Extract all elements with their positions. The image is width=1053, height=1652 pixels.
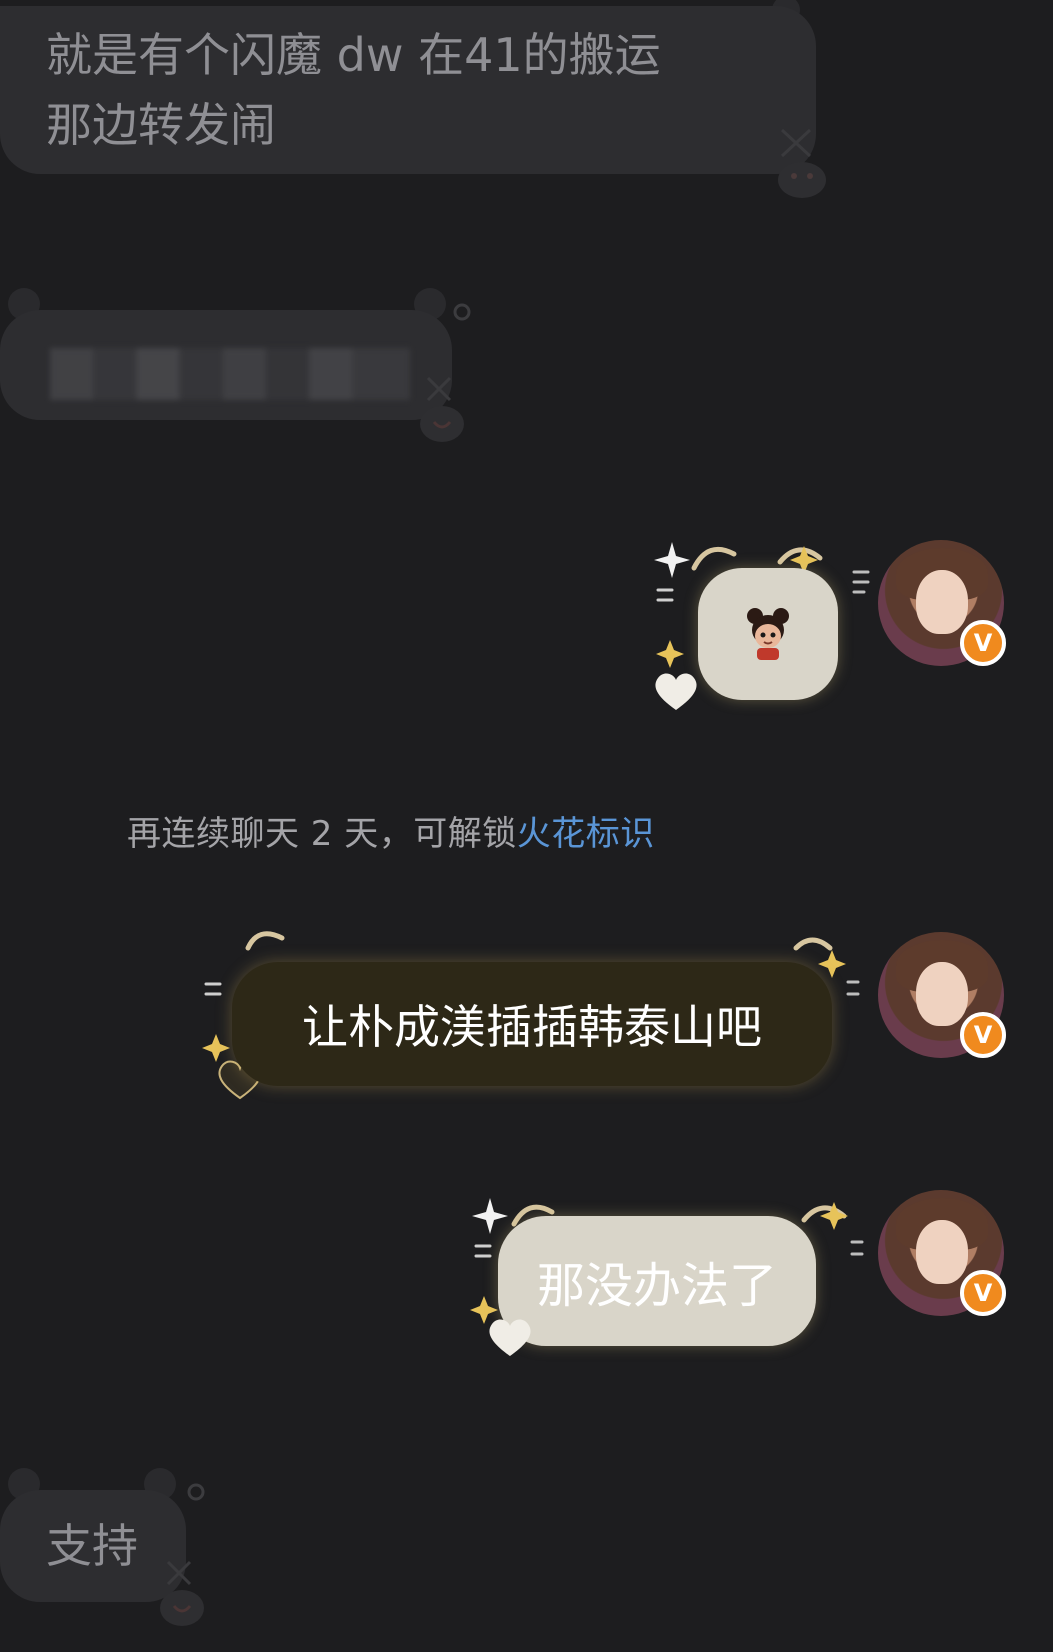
message-bubble[interactable]: 那没办法了 bbox=[498, 1216, 816, 1346]
message-bubble[interactable]: 就是有个闪魔 dw 在41的搬运 那边转发闹 bbox=[0, 6, 816, 174]
verified-badge-icon: V bbox=[960, 620, 1006, 666]
message-text: 支持 bbox=[46, 1519, 138, 1573]
message-outgoing-3: 那没办法了 bbox=[468, 1190, 868, 1360]
avatar-face bbox=[916, 1220, 968, 1284]
system-notice-text: 再连续聊天 2 天，可解锁 bbox=[127, 814, 517, 854]
message-text: 那没办法了 bbox=[536, 1258, 777, 1314]
heart-decor-icon bbox=[489, 1319, 531, 1356]
bear-face-decor-icon bbox=[420, 376, 464, 442]
message-incoming-3: 支持 bbox=[0, 1460, 240, 1650]
heart-decor-icon bbox=[655, 673, 697, 710]
avatar-face bbox=[916, 570, 968, 634]
bear-face-decor-icon bbox=[160, 1560, 204, 1626]
system-notice: 再连续聊天 2 天，可解锁火花标识 bbox=[127, 806, 655, 855]
bear-face-decor-icon bbox=[778, 128, 826, 198]
message-text: 就是有个闪魔 dw 在41的搬运 那边转发闹 bbox=[46, 28, 661, 152]
sticker-bubble[interactable] bbox=[698, 568, 838, 700]
verified-badge-icon: V bbox=[960, 1012, 1006, 1058]
fire-badge-link[interactable]: 火花标识 bbox=[517, 814, 655, 854]
avatar[interactable]: V bbox=[878, 540, 1006, 666]
message-bubble[interactable]: 让朴成渼插插韩泰山吧 bbox=[232, 962, 832, 1086]
message-text: 让朴成渼插插韩泰山吧 bbox=[302, 1000, 762, 1054]
avatar-face bbox=[916, 962, 968, 1026]
message-outgoing-2: 让朴成渼插插韩泰山吧 bbox=[200, 930, 860, 1110]
dash-decor-icon bbox=[852, 570, 870, 594]
cartoon-girl-sticker-icon bbox=[747, 608, 789, 660]
avatar[interactable]: V bbox=[878, 1190, 1006, 1316]
pixelated-redaction bbox=[50, 348, 410, 400]
message-bubble[interactable]: 支持 bbox=[0, 1490, 186, 1602]
message-bubble-redacted[interactable] bbox=[0, 310, 452, 420]
verified-badge-icon: V bbox=[960, 1270, 1006, 1316]
message-incoming-1: 就是有个闪魔 dw 在41的搬运 那边转发闹 bbox=[0, 0, 826, 200]
avatar[interactable]: V bbox=[878, 932, 1006, 1058]
message-incoming-2 bbox=[0, 280, 480, 460]
